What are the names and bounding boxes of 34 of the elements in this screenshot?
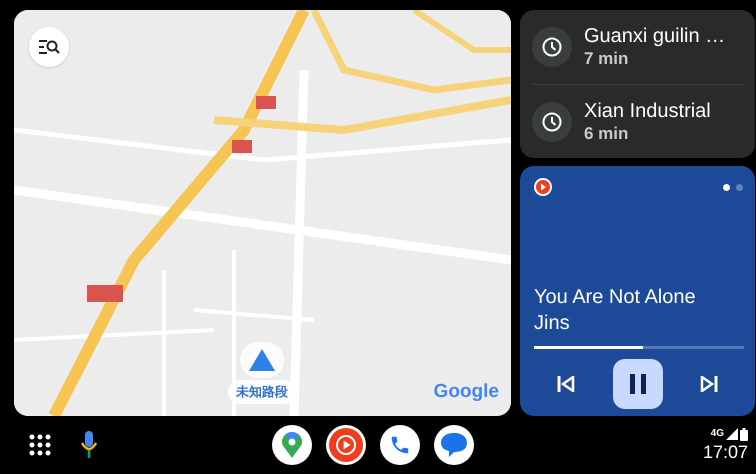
maps-app-button[interactable]	[272, 425, 312, 465]
music-app-button[interactable]	[326, 425, 366, 465]
destination-eta: 7 min	[584, 48, 630, 70]
play-circle-icon	[329, 428, 363, 462]
navigation-arrow-icon	[249, 349, 275, 371]
messages-app-button[interactable]	[434, 425, 474, 465]
clock-icon	[542, 112, 562, 132]
microphone-icon	[81, 431, 97, 459]
skip-previous-icon	[557, 376, 575, 392]
music-app-icon	[534, 178, 552, 196]
map-pin-icon	[282, 432, 302, 458]
destination-item[interactable]: Xian Industrial 6 min	[532, 84, 743, 158]
destination-eta: 6 min	[584, 122, 630, 144]
signal-icon	[726, 428, 738, 440]
chat-bubble-icon	[440, 432, 468, 458]
destination-name: Xian Industrial	[584, 98, 711, 122]
play-pause-button[interactable]	[612, 359, 662, 409]
destination-item[interactable]: Guanxi guilin … 7 min	[532, 10, 743, 84]
grid-icon	[29, 434, 51, 456]
network-type: 4G	[710, 428, 724, 440]
song-title: You Are Not Alone	[534, 285, 697, 310]
map-attribution: Google	[434, 380, 499, 404]
phone-icon	[389, 434, 411, 456]
clock-time: 17:07	[702, 440, 748, 462]
artist-name: Jins	[534, 311, 571, 336]
battery-icon	[740, 428, 748, 440]
skip-next-icon	[700, 376, 718, 392]
destination-name: Guanxi guilin …	[584, 24, 726, 48]
clock-icon	[542, 37, 562, 57]
pause-icon	[630, 374, 646, 394]
voice-button[interactable]	[79, 430, 99, 460]
app-launcher-button[interactable]	[28, 433, 52, 457]
search-list-icon	[38, 39, 60, 55]
phone-app-button[interactable]	[380, 425, 420, 465]
